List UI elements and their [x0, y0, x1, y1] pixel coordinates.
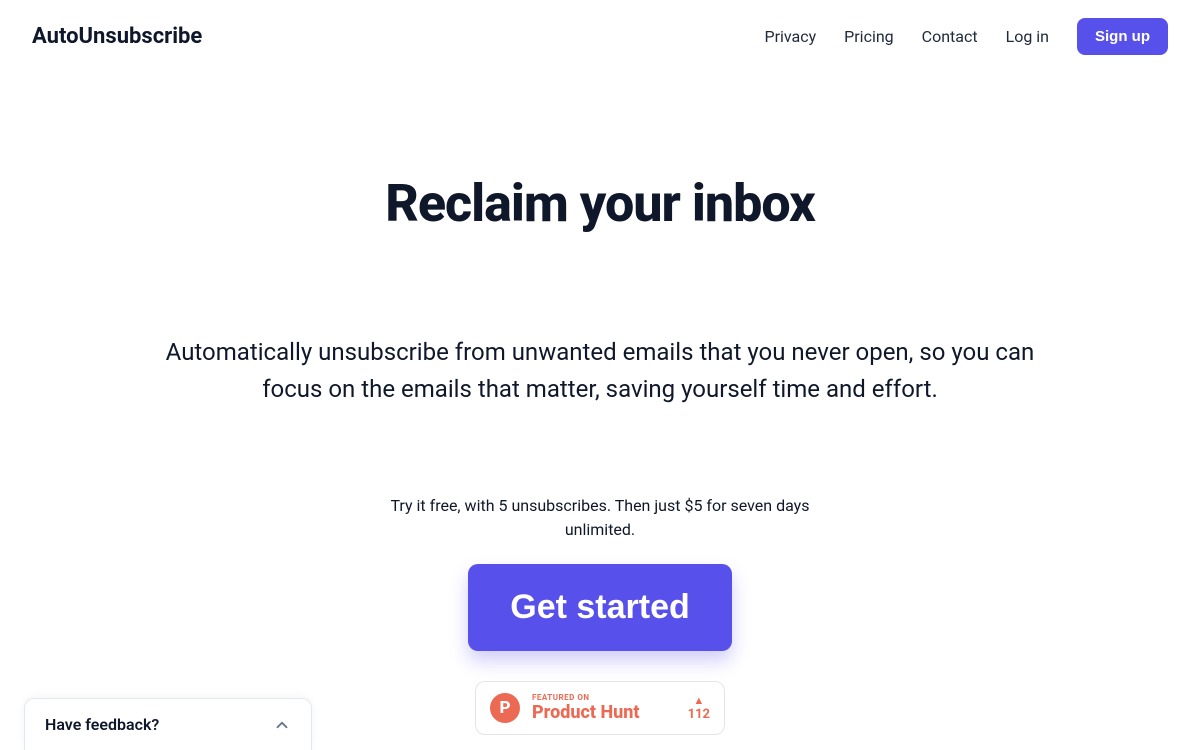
nav-login[interactable]: Log in: [1006, 27, 1049, 46]
hero-title: Reclaim your inbox: [150, 173, 1050, 234]
feedback-widget[interactable]: Have feedback?: [24, 698, 312, 750]
header: AutoUnsubscribe Privacy Pricing Contact …: [0, 0, 1200, 73]
hero-subtitle: Automatically unsubscribe from unwanted …: [150, 334, 1050, 408]
product-hunt-badge[interactable]: P FEATURED ON Product Hunt ▲ 112: [475, 681, 725, 735]
product-hunt-text: FEATURED ON Product Hunt: [532, 694, 676, 723]
hero-pricing-note: Try it free, with 5 unsubscribes. Then j…: [365, 494, 835, 542]
product-hunt-vote-count: 112: [688, 708, 710, 721]
nav-pricing[interactable]: Pricing: [844, 27, 894, 46]
brand-logo[interactable]: AutoUnsubscribe: [32, 24, 202, 49]
product-hunt-votes: ▲ 112: [688, 695, 710, 721]
signup-button[interactable]: Sign up: [1077, 18, 1168, 55]
chevron-up-icon: [273, 716, 291, 734]
main-nav: Privacy Pricing Contact Log in Sign up: [764, 18, 1168, 55]
hero-section: Reclaim your inbox Automatically unsubsc…: [150, 73, 1050, 735]
nav-contact[interactable]: Contact: [922, 27, 978, 46]
product-hunt-name: Product Hunt: [532, 703, 676, 723]
feedback-label: Have feedback?: [45, 715, 159, 734]
product-hunt-icon: P: [490, 693, 520, 723]
get-started-button[interactable]: Get started: [468, 564, 732, 651]
upvote-icon: ▲: [693, 695, 704, 706]
nav-privacy[interactable]: Privacy: [764, 27, 816, 46]
